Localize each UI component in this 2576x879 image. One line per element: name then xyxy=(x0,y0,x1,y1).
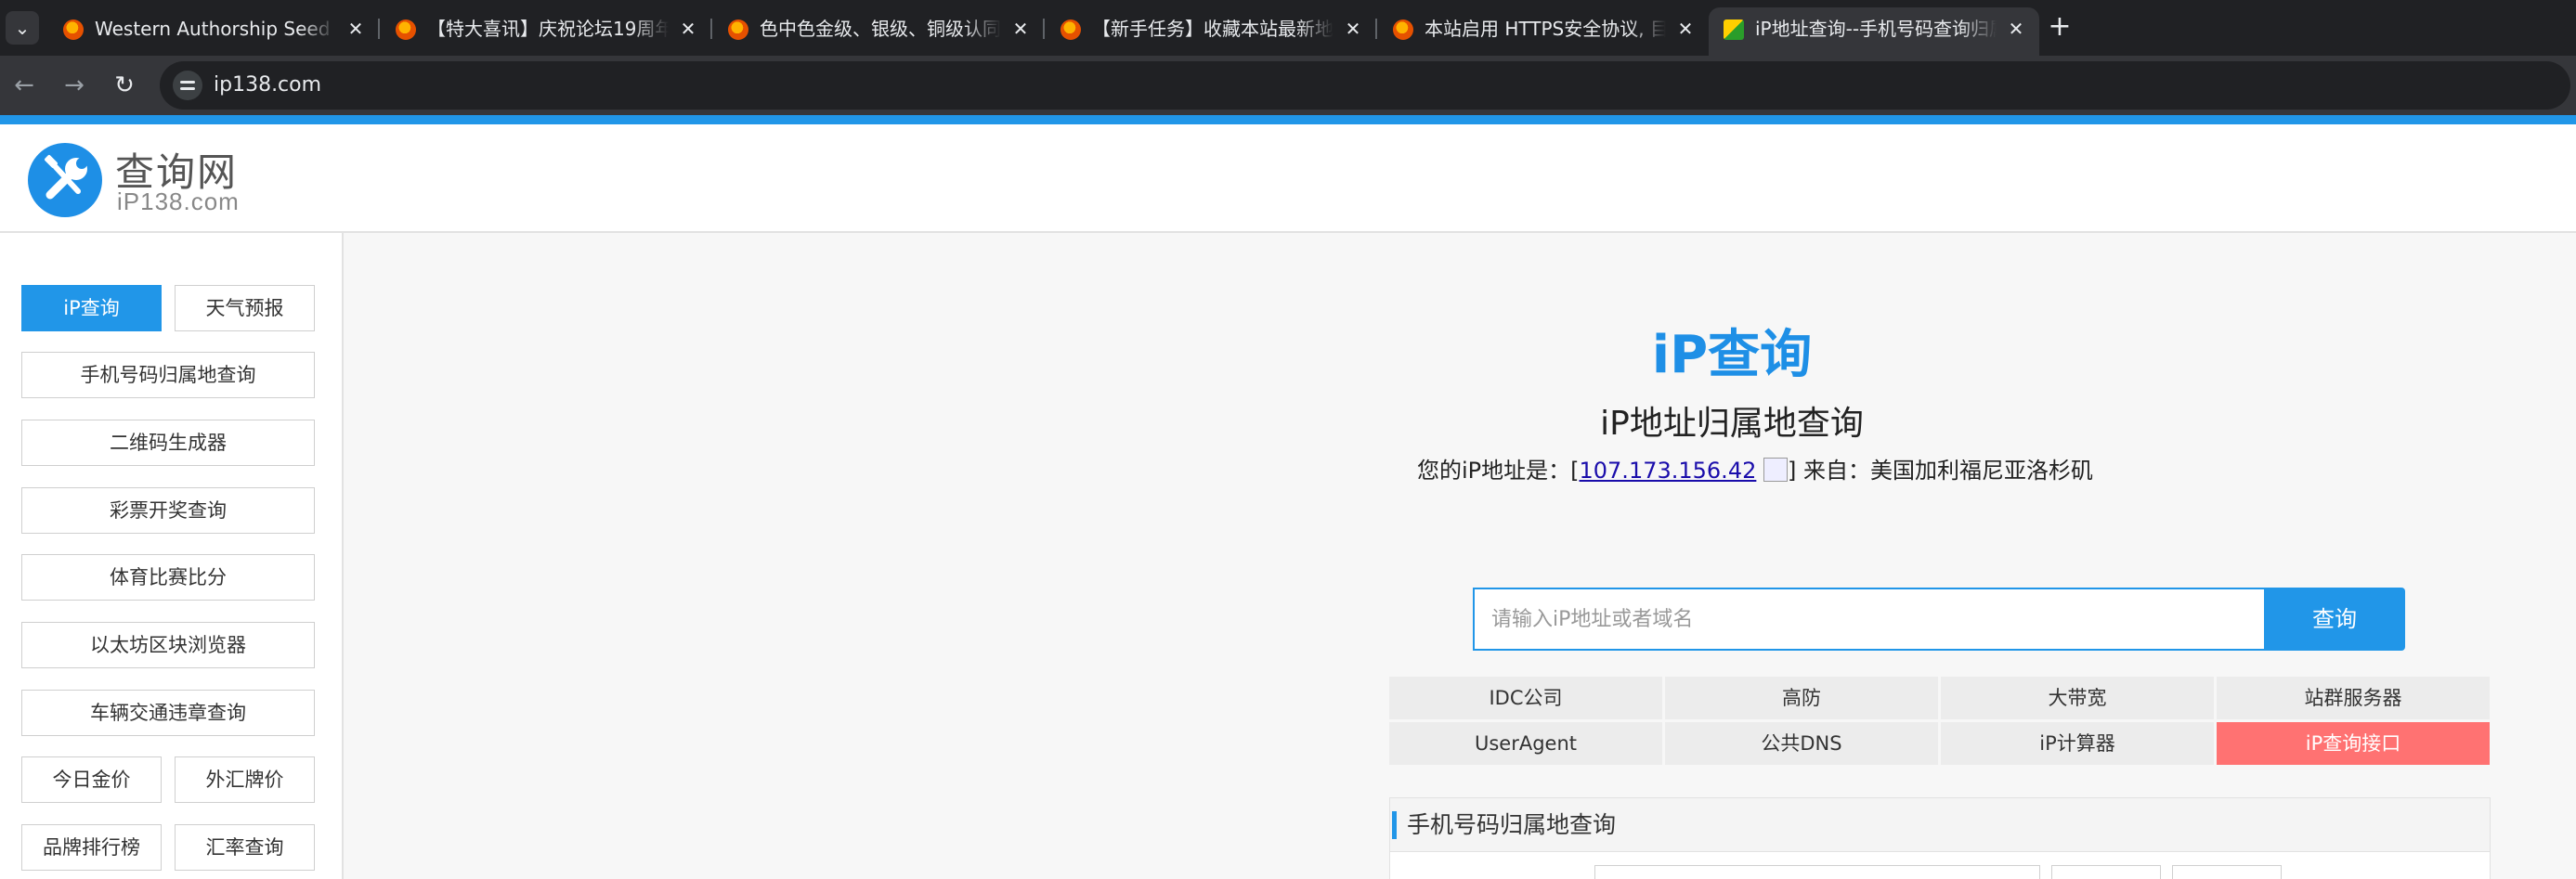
browser-tab[interactable]: 本站启用 HTTPS安全协议, 目前 ✕ xyxy=(1378,7,1709,50)
forward-arrow-icon[interactable]: → xyxy=(58,69,91,102)
back-arrow-icon[interactable]: ← xyxy=(7,69,41,102)
tab-separator xyxy=(1043,19,1045,39)
browser-tab[interactable]: 【新手任务】收藏本站最新地址 ✕ xyxy=(1046,7,1377,50)
site-info-icon[interactable] xyxy=(173,71,202,100)
forum-favicon-icon xyxy=(728,19,748,40)
ip138-logo-wrench-icon[interactable] xyxy=(28,143,102,217)
browser-toolbar: ← → ↻ ip138.com xyxy=(0,56,2576,115)
sidebar-item-qr-generator[interactable]: 二维码生成器 xyxy=(21,420,315,466)
browser-tab-active[interactable]: iP地址查询--手机号码查询归属 ✕ xyxy=(1709,7,2039,56)
phone-lookup-header: 手机号码归属地查询 xyxy=(1390,798,2490,852)
main-content: iP查询 iP地址归属地查询 您的iP地址是：[107.173.156.42 ]… xyxy=(345,233,2576,879)
tab-separator xyxy=(1375,19,1377,39)
sidebar-item-exchange-rate[interactable]: 汇率查询 xyxy=(175,824,315,871)
sidebar-item-phone-lookup[interactable]: 手机号码归属地查询 xyxy=(21,352,315,398)
sidebar-item-sports-scores[interactable]: 体育比赛比分 xyxy=(21,554,315,601)
browser-tab[interactable]: Western Authorship Seed | 西 ✕ xyxy=(48,7,380,50)
quick-link-bandwidth[interactable]: 大带宽 xyxy=(1941,677,2214,719)
tab-separator xyxy=(710,19,712,39)
ip-location-text: ] 来自：美国加利福尼亚洛杉矶 xyxy=(1788,458,2093,484)
sidebar-item-forex-rates[interactable]: 外汇牌价 xyxy=(175,756,315,803)
close-tab-icon[interactable]: ✕ xyxy=(1675,7,1696,50)
close-tab-icon[interactable]: ✕ xyxy=(1010,7,1031,50)
ip138-favicon-icon xyxy=(1724,19,1744,40)
sidebar-nav: iP查询 天气预报 手机号码归属地查询 二维码生成器 彩票开奖查询 体育比赛比分… xyxy=(0,233,344,879)
brand-domain[interactable]: iP138.com xyxy=(117,187,240,216)
close-tab-icon[interactable]: ✕ xyxy=(1343,7,1363,50)
close-tab-icon[interactable]: ✕ xyxy=(345,7,366,50)
tab-title: 【新手任务】收藏本站最新地址 xyxy=(1092,18,1334,40)
ip-result-line: 您的iP地址是：[107.173.156.42 ] 来自：美国加利福尼亚洛杉矶 xyxy=(1337,452,2173,485)
wrench-screwdriver-icon xyxy=(45,155,87,200)
phone-lookup-title: 手机号码归属地查询 xyxy=(1407,811,1617,838)
phone-number-input[interactable] xyxy=(1594,865,2040,879)
phone-query-button[interactable] xyxy=(2051,865,2161,879)
address-bar[interactable]: ip138.com xyxy=(160,61,2570,110)
section-accent-bar xyxy=(1392,811,1397,839)
close-tab-icon[interactable]: ✕ xyxy=(678,7,698,50)
sidebar-item-lottery[interactable]: 彩票开奖查询 xyxy=(21,487,315,534)
forum-favicon-icon xyxy=(63,19,84,40)
page-title: iP查询 xyxy=(1651,325,1813,385)
quick-link-idc[interactable]: IDC公司 xyxy=(1389,677,1662,719)
sidebar-item-ethereum-explorer[interactable]: 以太坊区块浏览器 xyxy=(21,622,315,668)
phone-lookup-panel: 手机号码归属地查询 xyxy=(1389,797,2491,879)
ip-prefix-text: 您的iP地址是：[ xyxy=(1416,458,1580,484)
search-button[interactable]: 查询 xyxy=(2264,588,2405,651)
quick-link-public-dns[interactable]: 公共DNS xyxy=(1665,722,1938,765)
sidebar-item-weather[interactable]: 天气预报 xyxy=(175,285,315,331)
broken-image-icon xyxy=(1763,458,1788,482)
forum-favicon-icon xyxy=(1060,19,1081,40)
reload-icon[interactable]: ↻ xyxy=(108,69,141,102)
quick-link-useragent[interactable]: UserAgent xyxy=(1389,722,1662,765)
forum-favicon-icon xyxy=(396,19,416,40)
tab-search-dropdown-icon[interactable]: ⌄ xyxy=(6,11,39,45)
new-tab-plus-icon[interactable]: + xyxy=(2043,11,2076,45)
site-header: 查询网 iP138.com xyxy=(0,124,2576,233)
tab-separator xyxy=(378,19,380,39)
ip-search-input[interactable] xyxy=(1473,588,2264,651)
quick-link-ip-calculator[interactable]: iP计算器 xyxy=(1941,722,2214,765)
close-tab-icon[interactable]: ✕ xyxy=(2006,7,2026,50)
sidebar-item-traffic-violations[interactable]: 车辆交通违章查询 xyxy=(21,690,315,736)
phone-secondary-button[interactable] xyxy=(2172,865,2282,879)
ip-address-link[interactable]: 107.173.156.42 xyxy=(1580,458,1757,484)
quick-link-ddos-protection[interactable]: 高防 xyxy=(1665,677,1938,719)
quick-link-ip-api[interactable]: iP查询接口 xyxy=(2217,722,2490,765)
tab-title: 色中色金级、银级、铜级认同勋 xyxy=(760,18,1001,40)
browser-tab[interactable]: 色中色金级、银级、铜级认同勋 ✕ xyxy=(713,7,1045,50)
tab-title: 【特大喜讯】庆祝论坛19周年， xyxy=(427,18,669,40)
tab-title: Western Authorship Seed | 西 xyxy=(95,18,336,40)
sidebar-item-ip-query[interactable]: iP查询 xyxy=(21,285,162,331)
forum-favicon-icon xyxy=(1393,19,1413,40)
quick-link-cluster-server[interactable]: 站群服务器 xyxy=(2217,677,2490,719)
browser-tab-strip: ⌄ Western Authorship Seed | 西 ✕ 【特大喜讯】庆祝… xyxy=(0,0,2576,56)
address-bar-url[interactable]: ip138.com xyxy=(214,61,321,110)
browser-tab[interactable]: 【特大喜讯】庆祝论坛19周年， ✕ xyxy=(381,7,712,50)
ip-search-form: 查询 xyxy=(1473,588,2405,651)
tab-title: 本站启用 HTTPS安全协议, 目前 xyxy=(1425,18,1666,40)
sidebar-item-gold-price[interactable]: 今日金价 xyxy=(21,756,162,803)
page-subtitle: iP地址归属地查询 xyxy=(1600,405,1864,443)
tab-title: iP地址查询--手机号码查询归属 xyxy=(1755,18,1997,40)
sidebar-item-brand-ranking[interactable]: 品牌排行榜 xyxy=(21,824,162,871)
page-accent-line xyxy=(0,115,2576,124)
